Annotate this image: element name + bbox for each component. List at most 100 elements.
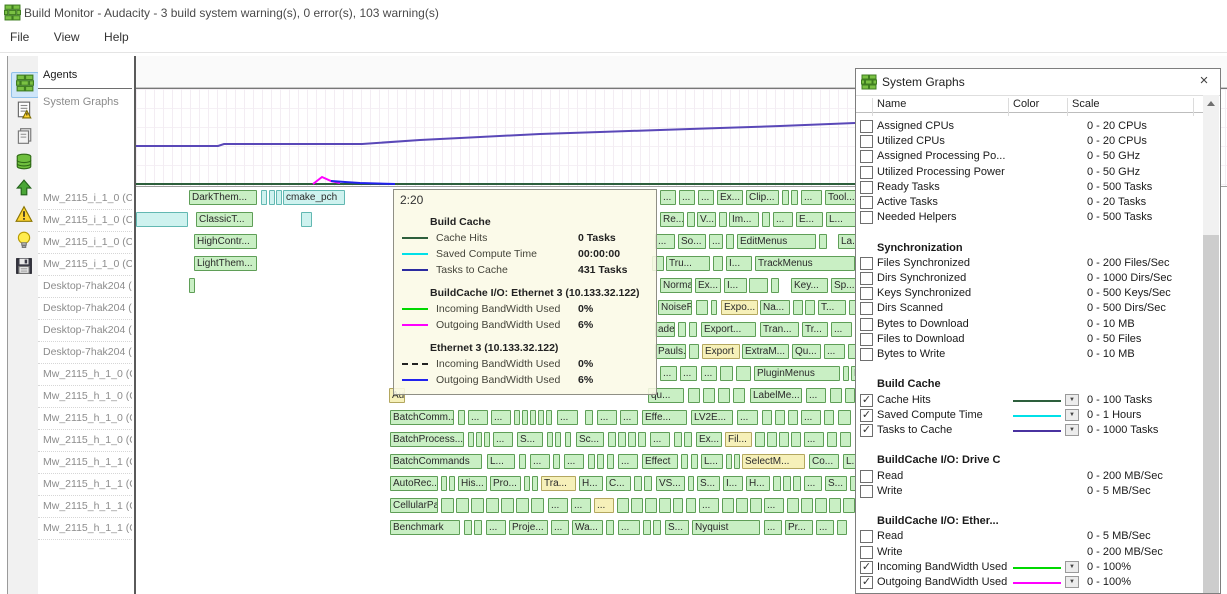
gantt-task-block[interactable]: V... <box>697 212 716 227</box>
gantt-task-block[interactable] <box>189 278 195 293</box>
gantt-task-block[interactable]: ... <box>655 234 675 249</box>
gantt-task-block[interactable] <box>749 278 768 293</box>
gantt-task-block[interactable] <box>653 520 661 535</box>
gantt-task-block[interactable] <box>555 432 561 447</box>
gantt-task-block[interactable]: ... <box>737 410 758 425</box>
gantt-task-block[interactable]: Ex... <box>717 190 743 205</box>
metric-label[interactable]: Dirs Synchronized <box>877 272 966 284</box>
gantt-task-block[interactable]: Pauls... <box>655 344 686 359</box>
checkbox-unchecked[interactable] <box>860 546 873 559</box>
gantt-task-block[interactable]: Sp... <box>831 278 857 293</box>
gantt-task-block[interactable] <box>678 322 686 337</box>
gantt-task-block[interactable] <box>606 520 614 535</box>
checkbox-unchecked[interactable] <box>860 470 873 483</box>
gantt-task-block[interactable] <box>628 432 636 447</box>
column-scale[interactable]: Scale <box>1072 98 1100 110</box>
gantt-task-block[interactable] <box>713 256 723 271</box>
build-output-button[interactable] <box>11 100 37 124</box>
gantt-task-block[interactable] <box>607 454 614 469</box>
gantt-task-block[interactable]: Wa... <box>572 520 603 535</box>
gantt-task-block[interactable] <box>522 410 528 425</box>
gantt-task-block[interactable]: Tool... <box>825 190 857 205</box>
gantt-task-block[interactable] <box>553 454 560 469</box>
gantt-task-block[interactable]: S... <box>697 476 720 491</box>
gantt-task-block[interactable]: EditMenus <box>737 234 816 249</box>
gantt-task-block[interactable]: DarkThem... <box>189 190 257 205</box>
gantt-task-block[interactable]: Re... <box>660 212 684 227</box>
gantt-task-block[interactable] <box>484 432 490 447</box>
gantt-task-block[interactable]: TrackMenus <box>755 256 855 271</box>
gantt-task-block[interactable]: E... <box>796 212 823 227</box>
close-icon[interactable]: × <box>1194 71 1214 91</box>
gantt-task-block[interactable]: LabelMe... <box>750 388 802 403</box>
checkbox-unchecked[interactable] <box>860 196 873 209</box>
gantt-task-block[interactable] <box>645 498 657 513</box>
gantt-task-block[interactable] <box>755 432 765 447</box>
gantt-task-block[interactable]: Export <box>702 344 740 359</box>
gantt-task-block[interactable] <box>719 212 727 227</box>
scrollbar[interactable] <box>1203 95 1219 593</box>
gantt-task-block[interactable]: ... <box>486 520 506 535</box>
gantt-task-block[interactable]: S... <box>517 432 543 447</box>
gantt-task-block[interactable]: ... <box>557 410 578 425</box>
gantt-task-block[interactable]: ... <box>801 410 821 425</box>
gantt-task-block[interactable] <box>597 454 604 469</box>
gantt-task-block[interactable] <box>441 476 447 491</box>
gantt-task-block[interactable] <box>643 520 651 535</box>
gantt-task-block[interactable]: Na... <box>760 300 790 315</box>
checkbox-unchecked[interactable] <box>860 135 873 148</box>
metric-label[interactable]: Needed Helpers <box>877 211 957 223</box>
gantt-task-block[interactable]: Co... <box>809 454 839 469</box>
checkbox-checked[interactable]: ✓ <box>860 576 873 589</box>
menu-help[interactable]: Help <box>94 26 139 44</box>
gantt-task-block[interactable] <box>618 432 626 447</box>
metric-label[interactable]: Dirs Scanned <box>877 302 943 314</box>
gantt-task-block[interactable] <box>585 410 593 425</box>
checkbox-unchecked[interactable] <box>860 287 873 300</box>
gantt-task-block[interactable]: Pro... <box>490 476 521 491</box>
gantt-task-block[interactable]: Pr... <box>785 520 813 535</box>
gantt-task-block[interactable]: ... <box>548 498 568 513</box>
metric-label[interactable]: Assigned Processing Po... <box>877 150 1005 162</box>
gantt-task-block[interactable] <box>276 190 282 205</box>
checkbox-unchecked[interactable] <box>860 211 873 224</box>
gantt-task-block[interactable]: ... <box>597 410 617 425</box>
checkbox-checked[interactable]: ✓ <box>860 409 873 422</box>
gantt-task-block[interactable] <box>720 366 733 381</box>
metric-label[interactable]: Saved Compute Time <box>877 409 983 421</box>
gantt-task-block[interactable]: I... <box>726 256 752 271</box>
gantt-task-block[interactable] <box>471 498 484 513</box>
gantt-task-block[interactable]: ... <box>468 410 488 425</box>
gantt-task-block[interactable] <box>762 212 770 227</box>
gantt-task-block[interactable]: ... <box>698 190 714 205</box>
color-dropdown-icon[interactable]: ▼ <box>1065 409 1079 421</box>
gantt-task-block[interactable]: ... <box>804 476 822 491</box>
checkbox-checked[interactable]: ✓ <box>860 394 873 407</box>
metric-label[interactable]: Tasks to Cache <box>877 424 952 436</box>
gantt-task-block[interactable]: ... <box>804 432 824 447</box>
gantt-task-block[interactable] <box>830 388 842 403</box>
color-dropdown-icon[interactable]: ▼ <box>1065 576 1079 588</box>
agent-row[interactable]: Mw_2115_i_1_0 (Co <box>38 254 132 276</box>
gantt-task-block[interactable] <box>840 432 851 447</box>
scrollbar-thumb[interactable] <box>1203 235 1219 593</box>
gantt-task-block[interactable] <box>659 498 671 513</box>
gantt-task-block[interactable]: ... <box>680 366 697 381</box>
gantt-task-block[interactable] <box>689 322 697 337</box>
metric-label[interactable]: Write <box>877 485 902 497</box>
gantt-task-block[interactable] <box>788 410 798 425</box>
gantt-task-block[interactable] <box>531 498 544 513</box>
gantt-task-block[interactable] <box>793 300 803 315</box>
gantt-task-block[interactable] <box>843 498 855 513</box>
column-color[interactable]: Color <box>1013 98 1039 110</box>
gantt-task-block[interactable] <box>722 498 734 513</box>
gantt-task-block[interactable]: ... <box>709 234 723 249</box>
gantt-task-block[interactable]: ... <box>701 366 717 381</box>
gantt-task-block[interactable]: ... <box>551 520 569 535</box>
gantt-task-block[interactable]: ... <box>806 388 826 403</box>
gantt-task-block[interactable] <box>793 476 801 491</box>
gantt-task-block[interactable]: ... <box>773 212 793 227</box>
checkbox-unchecked[interactable] <box>860 318 873 331</box>
gantt-task-block[interactable]: Fil... <box>725 432 752 447</box>
agent-row[interactable]: Desktop-7hak204 (C <box>38 298 132 320</box>
